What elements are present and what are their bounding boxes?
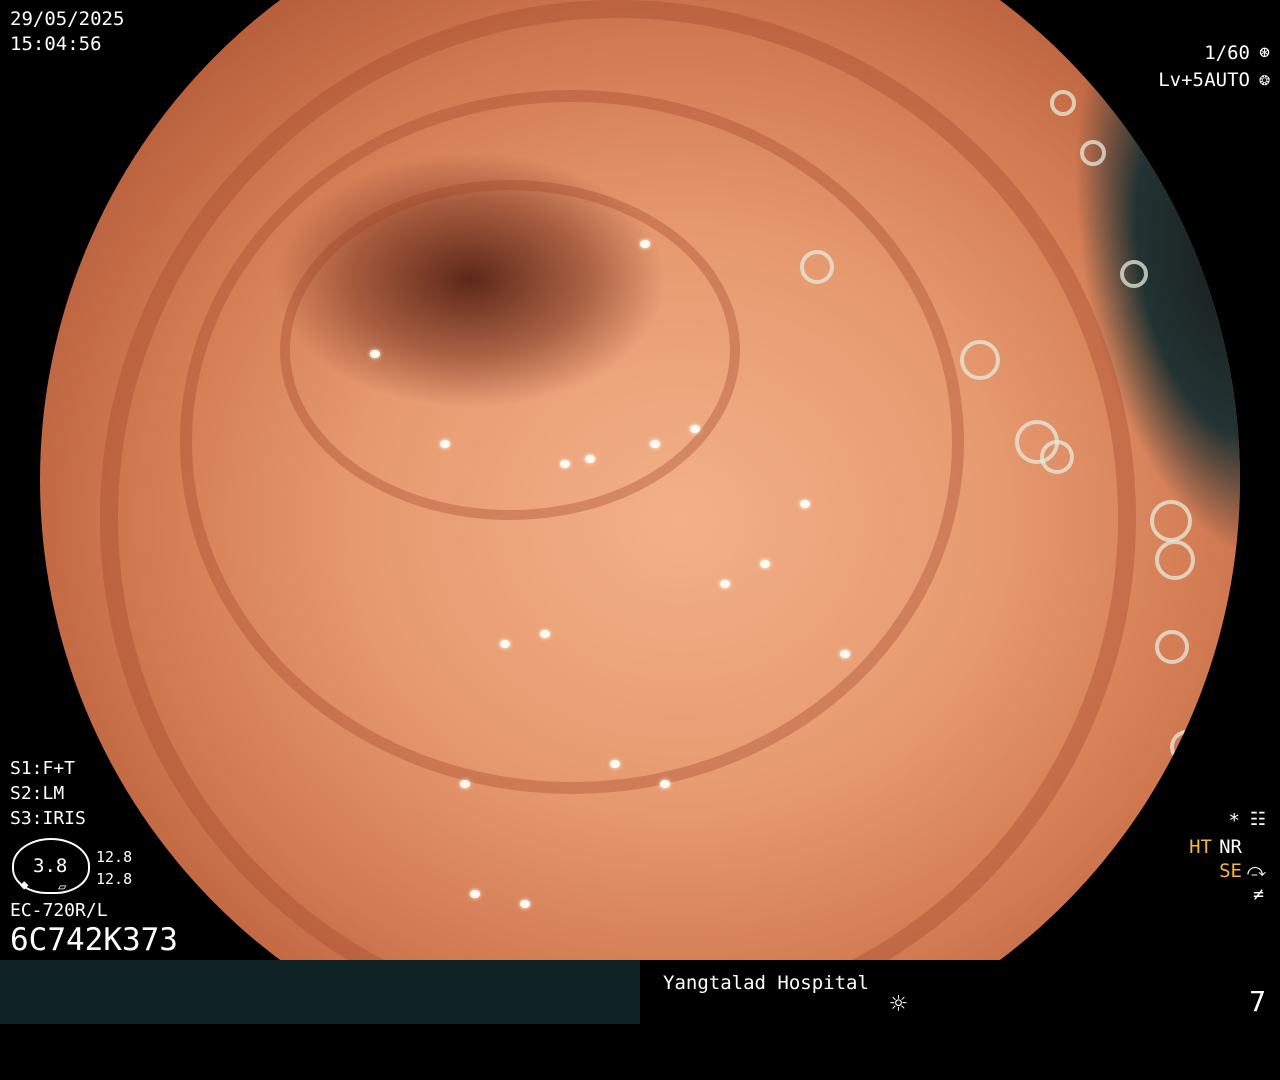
specular-highlight — [760, 560, 770, 568]
specular-highlight — [500, 640, 510, 648]
gauge-marker-icon: ▱ — [58, 879, 67, 895]
specular-highlight — [560, 460, 570, 468]
nr-indicator: NR — [1219, 836, 1242, 858]
level-readout: Lv+5 — [1158, 69, 1204, 91]
air-bubble — [1155, 540, 1195, 580]
specular-highlight — [540, 630, 550, 638]
specular-highlight — [520, 900, 530, 908]
shutter-readout: 1/60 — [1204, 42, 1250, 64]
specular-highlight — [610, 760, 620, 768]
se-indicator: SE — [1219, 860, 1242, 882]
specular-highlight — [660, 780, 670, 788]
hospital-name: Yangtalad Hospital — [663, 972, 869, 994]
specular-highlight — [840, 650, 850, 658]
gauge-value: 3.8 — [33, 855, 68, 877]
asterisk-indicator: * — [1228, 810, 1240, 832]
aperture-icon: ⊛ — [1259, 42, 1270, 63]
sun-icon: ☼ — [890, 987, 907, 1020]
specular-highlight — [800, 500, 810, 508]
specular-highlight — [460, 780, 470, 788]
air-bubble — [960, 340, 1000, 380]
ht-indicator: HT — [1189, 836, 1212, 858]
specular-highlight — [650, 440, 660, 448]
footer-bar-left — [0, 960, 640, 1024]
air-bubble — [1155, 630, 1189, 664]
gauge-marker-icon: ◆ — [20, 877, 29, 893]
scope-model: EC-720R/L — [10, 900, 108, 921]
air-bubble — [1120, 260, 1148, 288]
specular-highlight — [640, 240, 650, 248]
specular-highlight — [470, 890, 480, 898]
endoscopic-image — [40, 0, 1240, 1020]
page-number: 7 — [1249, 985, 1266, 1018]
setting-s1: S1:F+T — [10, 758, 76, 779]
air-bubble — [1040, 440, 1074, 474]
mode-readout: AUTO — [1204, 69, 1250, 91]
specular-highlight — [440, 440, 450, 448]
date-readout: 29/05/2025 — [10, 8, 125, 30]
specular-highlight — [585, 455, 595, 463]
specular-highlight — [720, 580, 730, 588]
setting-s3: S3:IRIS — [10, 808, 86, 829]
enhance-curve-icon: ⤼ — [1246, 860, 1266, 881]
menu-settings-icon: ☷ — [1249, 809, 1266, 830]
gauge-lower: 12.8 — [96, 870, 133, 888]
specular-highlight — [690, 425, 700, 433]
setting-s2: S2:LM — [10, 783, 65, 804]
air-bubble — [1080, 140, 1106, 166]
scope-serial: 6C742K373 — [10, 922, 178, 958]
not-equal-icon: ≠ — [1253, 884, 1264, 905]
time-readout: 15:04:56 — [10, 33, 102, 55]
air-bubble — [1150, 500, 1192, 542]
air-bubble — [1170, 730, 1204, 764]
specular-highlight — [370, 350, 380, 358]
haustral-fold — [280, 180, 740, 520]
air-bubble — [800, 250, 834, 284]
air-bubble — [1050, 90, 1076, 116]
gauge-upper: 12.8 — [96, 848, 133, 866]
iris-icon: ❂ — [1259, 69, 1270, 90]
